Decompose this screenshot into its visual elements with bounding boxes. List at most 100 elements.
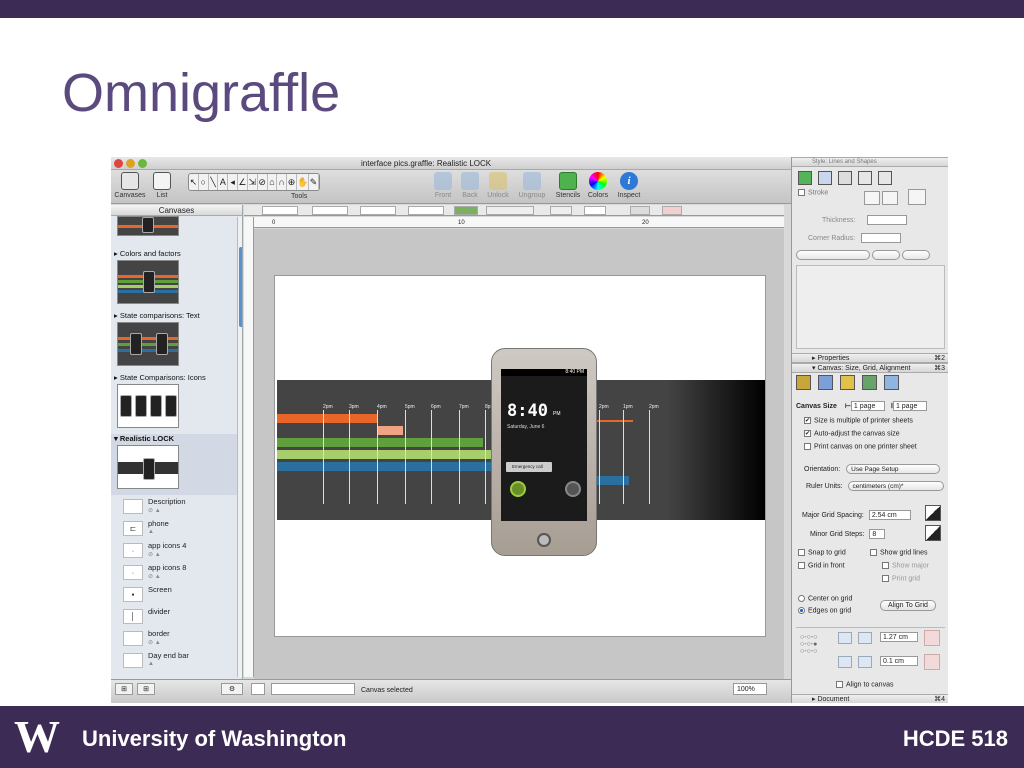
properties-section[interactable]: ▸ Properties ⌘2 xyxy=(792,353,948,363)
grid-in-front-checkbox[interactable]: Grid in front xyxy=(798,562,845,569)
x-position-field[interactable] xyxy=(262,206,298,215)
style-tray[interactable] xyxy=(271,683,355,695)
ungroup-button[interactable]: Ungroup xyxy=(514,172,550,199)
color-well[interactable] xyxy=(251,683,265,695)
diagram-tool[interactable]: ∠ xyxy=(238,174,248,190)
edges-on-grid-radio[interactable]: Edges on grid xyxy=(798,607,851,614)
layer-border[interactable]: border ⊘ ▲ xyxy=(123,629,235,650)
align-to-canvas-checkbox[interactable]: Align to canvas xyxy=(836,681,893,688)
print-grid-checkbox[interactable]: Print grid xyxy=(882,575,920,582)
document-section[interactable]: ▸ Document ⌘4 xyxy=(792,694,948,703)
hand-tool[interactable]: ✋ xyxy=(297,174,310,190)
distribute-vertical-icon[interactable] xyxy=(838,656,852,668)
canvas-item-colors-and-factors[interactable]: ▸ Colors and factors xyxy=(111,249,237,304)
text-tab-icon[interactable] xyxy=(877,171,892,185)
grid-tab-icon[interactable] xyxy=(839,375,855,390)
shape-tool[interactable]: ○ xyxy=(199,174,209,190)
home-button-icon[interactable] xyxy=(537,533,551,547)
minor-grid-field[interactable]: 8 xyxy=(869,529,886,539)
canvas-size-tab-icon[interactable] xyxy=(796,375,811,390)
speaker-icon[interactable] xyxy=(565,481,581,497)
canvas-area[interactable]: 2pm 3pm 4pm 5pm 6pm 7pm 8p 11am 2pm 1pm … xyxy=(254,229,784,679)
selection-tool[interactable]: ↖ xyxy=(189,174,199,190)
alignment-grid-icon[interactable]: ○‑○‑○ ○‑○‑● ○‑○‑○ xyxy=(800,634,817,655)
gear-icon[interactable]: ⚙ xyxy=(221,683,243,695)
snap-to-grid-checkbox[interactable]: Snap to grid xyxy=(798,549,846,556)
canvases-toolbar-button[interactable]: Canvases xyxy=(113,172,147,199)
magnet-tool[interactable]: ∩ xyxy=(277,174,288,190)
colors-button[interactable]: Colors xyxy=(585,172,611,199)
pen-tool[interactable]: ◂ xyxy=(228,174,239,190)
diagram-tab-icon[interactable] xyxy=(883,375,899,390)
close-window-button[interactable] xyxy=(114,159,123,168)
shadow-tab-icon[interactable] xyxy=(837,171,852,185)
stroke-checkbox[interactable]: Stroke xyxy=(798,189,828,196)
size-multiple-checkbox[interactable]: ✔ Size is multiple of printer sheets xyxy=(804,417,913,424)
android-phone-mockup[interactable]: 8:40 PM 8:40 PM Saturday, June 6 Emergen… xyxy=(491,348,597,556)
unlock-icon[interactable] xyxy=(510,481,526,497)
line-style-control[interactable] xyxy=(550,206,572,215)
timeline-bar[interactable] xyxy=(277,450,493,459)
add-layer-button[interactable]: ⊞ xyxy=(137,683,155,695)
distribute-horizontal-icon[interactable] xyxy=(858,656,872,668)
background-tab-icon[interactable] xyxy=(861,375,877,390)
stroke-tab-icon[interactable] xyxy=(817,171,832,185)
list-toolbar-button[interactable]: List xyxy=(149,172,175,199)
major-grid-field[interactable]: 2.54 cm xyxy=(868,510,911,520)
minor-grid-color-well[interactable] xyxy=(925,525,941,541)
align-to-grid-button[interactable]: Align To Grid xyxy=(880,600,936,611)
zoom-window-button[interactable] xyxy=(138,159,147,168)
add-canvas-button[interactable]: ⊞ xyxy=(115,683,133,695)
thickness-field[interactable] xyxy=(867,215,908,225)
stroke-width-field[interactable] xyxy=(584,206,606,215)
lock-icon[interactable]: ⊘ ▲ xyxy=(148,573,161,580)
canvas-page[interactable]: 2pm 3pm 4pm 5pm 6pm 7pm 8p 11am 2pm 1pm … xyxy=(274,275,766,637)
rubber-stamp-tool[interactable]: ⊘ xyxy=(258,174,268,190)
orientation-popup[interactable]: Use Page Setup xyxy=(846,464,941,474)
fill-swatch[interactable] xyxy=(454,206,478,215)
canvas-width-field[interactable]: 1 page xyxy=(850,401,885,411)
align-red-icon[interactable] xyxy=(924,630,940,646)
height-field[interactable] xyxy=(408,206,444,215)
stencils-button[interactable]: Stencils xyxy=(552,172,584,199)
shadow-button[interactable] xyxy=(630,206,650,215)
style-section-title[interactable]: Style: Lines and Shapes xyxy=(792,157,948,167)
line-type-popup[interactable] xyxy=(796,250,870,260)
lock-icon[interactable]: ▲ xyxy=(148,529,154,535)
fill-tab-icon[interactable] xyxy=(798,171,812,185)
timeline-bar[interactable] xyxy=(277,438,483,447)
canvas-height-field[interactable]: 1 page xyxy=(892,401,927,411)
auto-adjust-checkbox[interactable]: ✔ Auto-adjust the canvas size xyxy=(804,430,900,437)
lock-icon[interactable]: ⊘ ▲ xyxy=(148,551,161,558)
show-grid-lines-checkbox[interactable]: Show grid lines xyxy=(870,549,927,556)
browse-tool[interactable]: ✎ xyxy=(309,174,319,190)
zoom-select[interactable]: 100% xyxy=(733,683,767,695)
canvas-item-state-comparisons-text[interactable]: ▸ State comparisons: Text xyxy=(111,311,237,366)
align-red-icon-2[interactable] xyxy=(924,654,940,670)
align-center-icon[interactable] xyxy=(858,632,872,644)
text-tool[interactable]: A xyxy=(218,174,229,190)
stroke-style-buttons[interactable] xyxy=(864,189,926,207)
canvas-item-realistic-lock[interactable]: ▾ Realistic LOCK xyxy=(111,434,237,495)
layer-day-end-bar[interactable]: Day end bar ▲ xyxy=(123,651,235,672)
sidebar-scrollbar[interactable] xyxy=(237,217,242,677)
alignment-spacing-field[interactable]: 1.27 cm xyxy=(880,632,918,642)
zoom-tool[interactable]: ⊕ xyxy=(287,174,297,190)
align-horizontal-icon[interactable] xyxy=(838,632,852,644)
line-tool[interactable]: ╲ xyxy=(209,174,219,190)
inspect-button[interactable]: i Inspect xyxy=(614,172,644,199)
alignment-controls[interactable] xyxy=(486,206,534,215)
image-tab-icon[interactable] xyxy=(857,171,872,185)
layout-tab-icon[interactable] xyxy=(817,375,833,390)
home-tool[interactable]: ⌂ xyxy=(268,174,278,190)
alignment-offset-field[interactable]: 0.1 cm xyxy=(880,656,918,666)
emergency-call-button[interactable]: Emergency call xyxy=(506,462,552,472)
layer-screen[interactable]: ▪ Screen xyxy=(123,585,235,606)
scrollbar-thumb[interactable] xyxy=(239,247,242,327)
y-position-field[interactable] xyxy=(312,206,348,215)
style-brush-tool[interactable]: ⇲ xyxy=(248,174,258,190)
layer-divider[interactable]: │ divider xyxy=(123,607,235,628)
lock-icon[interactable]: ▲ xyxy=(148,661,154,667)
center-on-grid-radio[interactable]: Center on grid xyxy=(798,595,852,602)
major-grid-color-well[interactable] xyxy=(925,505,941,521)
